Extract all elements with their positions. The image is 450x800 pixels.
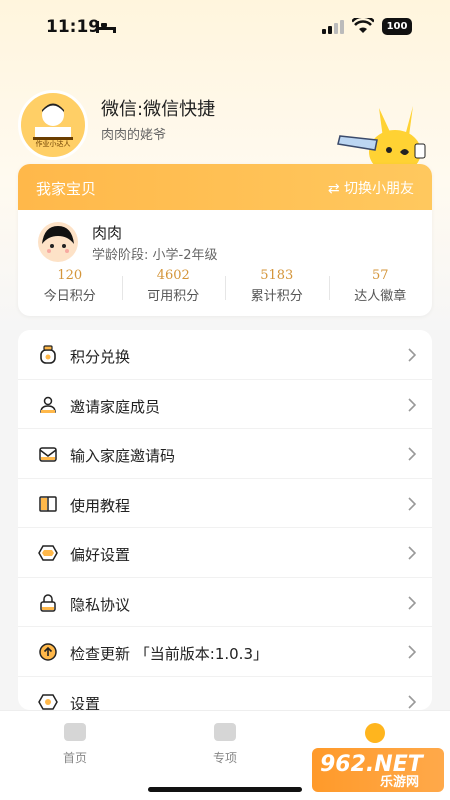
stat-label: 可用积分 xyxy=(147,289,200,304)
menu-item-label: 隐私协议 xyxy=(70,595,131,614)
stat-value: 120 xyxy=(57,268,83,283)
invite-member-icon xyxy=(40,396,56,413)
menu-item-label: 检查更新 「当前版本:1.0.3」 xyxy=(70,645,268,663)
child-name: 肉肉 xyxy=(92,224,123,242)
menu-item-label: 输入家庭邀请码 xyxy=(70,447,176,465)
tab-special[interactable]: 专项 xyxy=(195,723,255,766)
invite-code-icon xyxy=(39,447,57,462)
child-stage: 学龄阶段: 小学-2年级 xyxy=(92,244,218,263)
watermark-logo: 962.NET 乐游网 xyxy=(312,748,444,792)
menu-item-label: 设置 xyxy=(70,694,101,711)
family-title: 我家宝贝 xyxy=(36,180,97,198)
chevron-right-icon xyxy=(408,595,416,610)
points-exchange-icon xyxy=(40,345,56,364)
tab-home[interactable]: 首页 xyxy=(45,723,105,766)
child-stage-label: 学龄阶段: xyxy=(92,248,149,263)
menu-item-preferences[interactable]: 偏好设置 xyxy=(18,528,432,578)
wifi-icon xyxy=(352,18,374,33)
cellular-signal-icon xyxy=(322,20,344,34)
stat-label: 今日积分 xyxy=(43,289,96,304)
menu-item-points-exchange[interactable]: 积分兑换 xyxy=(18,330,432,380)
bed-icon xyxy=(96,21,116,33)
family-card: 我家宝贝 ⇄ 切换小朋友 肉肉 学龄阶段: 小学-2年级 120 今日积分 460… xyxy=(18,164,432,316)
settings-menu: 积分兑换 邀请家庭成员 输入家庭邀请码 使用教程 偏好设置 隐私协议 检查更新 … xyxy=(18,330,432,710)
switch-child-button[interactable]: ⇄ 切换小朋友 xyxy=(328,178,414,198)
stat-badges[interactable]: 57 达人徽章 xyxy=(328,268,433,308)
menu-item-label: 偏好设置 xyxy=(70,546,131,564)
settings-icon xyxy=(38,693,58,710)
family-card-header: 我家宝贝 ⇄ 切换小朋友 xyxy=(18,164,432,210)
stat-label: 达人徽章 xyxy=(354,289,407,304)
menu-item-privacy[interactable]: 隐私协议 xyxy=(18,578,432,627)
lock-icon xyxy=(40,593,56,612)
menu-item-settings[interactable]: 设置 xyxy=(18,677,432,711)
profile-tab-icon xyxy=(365,723,385,743)
chevron-right-icon xyxy=(408,546,416,560)
watermark-subtext: 乐游网 xyxy=(380,775,420,790)
stat-value: 4602 xyxy=(156,268,190,283)
mascot-illustration xyxy=(337,106,426,170)
stat-total-points[interactable]: 5183 累计积分 xyxy=(225,268,329,308)
menu-item-label: 邀请家庭成员 xyxy=(70,397,161,416)
child-avatar-illustration xyxy=(42,226,74,253)
stat-today-points[interactable]: 120 今日积分 xyxy=(18,268,122,308)
chevron-right-icon xyxy=(408,447,416,461)
stat-label: 累计积分 xyxy=(250,289,303,304)
chevron-right-icon xyxy=(408,645,416,659)
menu-item-label: 使用教程 xyxy=(70,496,131,515)
menu-item-check-update[interactable]: 检查更新 「当前版本:1.0.3」 xyxy=(18,627,432,677)
child-avatar xyxy=(38,222,78,262)
special-tab-icon xyxy=(214,723,236,741)
child-stage-value: 小学-2年级 xyxy=(152,248,218,263)
battery-indicator: 100 xyxy=(382,18,412,35)
menu-item-tutorial[interactable]: 使用教程 xyxy=(18,479,432,528)
user-relation: 肉肉的姥爷 xyxy=(101,128,167,143)
home-tab-icon xyxy=(64,723,86,741)
menu-item-invite-code[interactable]: 输入家庭邀请码 xyxy=(18,429,432,479)
update-icon xyxy=(39,643,57,661)
tab-label: 专项 xyxy=(212,751,237,765)
status-time: 11:19 xyxy=(46,17,101,37)
chevron-right-icon xyxy=(408,348,416,362)
stat-available-points[interactable]: 4602 可用积分 xyxy=(121,268,226,308)
menu-item-label: 积分兑换 xyxy=(70,348,131,366)
menu-item-invite-member[interactable]: 邀请家庭成员 xyxy=(18,380,432,429)
points-stats: 120 今日积分 4602 可用积分 5183 累计积分 57 达人徽章 xyxy=(18,268,432,308)
home-indicator[interactable] xyxy=(148,787,302,792)
chevron-right-icon xyxy=(408,694,416,709)
status-bar: 11:19 100 xyxy=(0,0,450,54)
preference-icon xyxy=(38,545,58,561)
stat-value: 5183 xyxy=(260,268,294,283)
user-avatar[interactable]: 作业小达人 xyxy=(18,90,88,160)
tutorial-book-icon xyxy=(39,495,57,512)
tab-label: 首页 xyxy=(62,751,87,765)
user-name: 微信:微信快捷 xyxy=(101,99,216,120)
stat-value: 57 xyxy=(371,268,389,283)
chevron-right-icon xyxy=(408,397,416,412)
chevron-right-icon xyxy=(408,496,416,511)
avatar-caption: 作业小达人 xyxy=(35,140,71,148)
